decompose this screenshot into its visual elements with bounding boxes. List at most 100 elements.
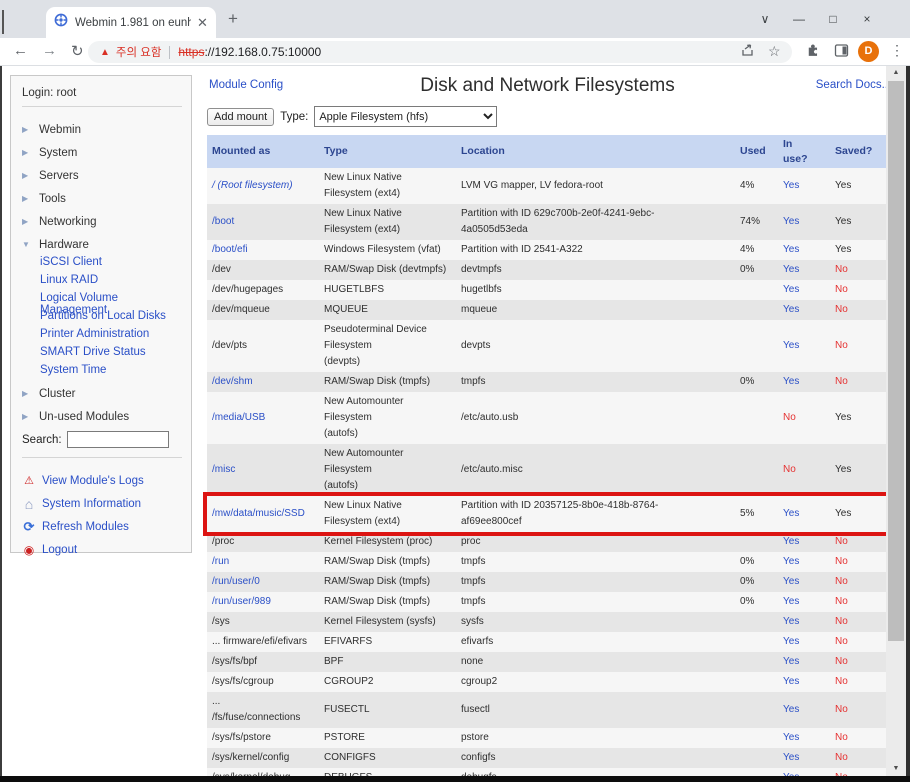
used-cell: 74% bbox=[735, 204, 778, 240]
in-use-value[interactable]: Yes bbox=[783, 508, 799, 519]
add-mount-button[interactable]: Add mount bbox=[207, 108, 274, 126]
sidebar-item-cluster[interactable]: ▶Cluster bbox=[22, 382, 182, 405]
tab-close-icon[interactable]: ✕ bbox=[197, 15, 208, 31]
sidebar-subitem-linux-raid[interactable]: Linux RAID bbox=[40, 274, 182, 292]
in-use-value[interactable]: Yes bbox=[783, 284, 799, 295]
share-icon[interactable] bbox=[740, 43, 755, 63]
mount-link[interactable]: /boot bbox=[212, 216, 234, 227]
in-use-value[interactable]: Yes bbox=[783, 376, 799, 387]
in-use-value[interactable]: Yes bbox=[783, 244, 799, 255]
mount-label: /sys bbox=[212, 616, 230, 627]
table-row: /boot/efiWindows Filesystem (vfat)Partit… bbox=[207, 240, 886, 260]
back-button[interactable]: ← bbox=[13, 42, 28, 59]
maximize-button[interactable]: □ bbox=[816, 12, 850, 26]
in-use-value[interactable]: Yes bbox=[783, 704, 799, 715]
sidebar-item-label: Hardware bbox=[39, 239, 89, 251]
sidebar-subitem-iscsi-client[interactable]: iSCSI Client bbox=[40, 256, 182, 274]
in-use-cell: Yes bbox=[778, 632, 830, 652]
in-use-value[interactable]: Yes bbox=[783, 340, 799, 351]
in-use-cell: Yes bbox=[778, 168, 830, 204]
table-row: /runRAM/Swap Disk (tmpfs)tmpfs0%YesNo bbox=[207, 552, 886, 572]
sidebar-item-system[interactable]: ▶System bbox=[22, 141, 182, 164]
scrollbar-thumb[interactable] bbox=[888, 81, 904, 641]
column-header-used: Used bbox=[735, 135, 778, 168]
in-use-value[interactable]: Yes bbox=[783, 556, 799, 567]
in-use-value[interactable]: Yes bbox=[783, 616, 799, 627]
browser-tab[interactable]: Webmin 1.981 on eunhasu (Fed ✕ bbox=[46, 7, 216, 38]
mount-link[interactable]: /run/user/0 bbox=[212, 576, 260, 587]
search-input[interactable] bbox=[67, 431, 169, 448]
sidebar-divider-2 bbox=[22, 457, 182, 458]
extensions-puzzle-icon[interactable] bbox=[806, 43, 821, 63]
in-use-value[interactable]: Yes bbox=[783, 536, 799, 547]
saved-cell: No bbox=[830, 320, 886, 372]
type-cell: Pseudoterminal Device Filesystem (devpts… bbox=[319, 320, 456, 372]
sidebar-item-tools[interactable]: ▶Tools bbox=[22, 187, 182, 210]
in-use-value[interactable]: Yes bbox=[783, 264, 799, 275]
in-use-value[interactable]: Yes bbox=[783, 216, 799, 227]
sidebar-item-networking[interactable]: ▶Networking bbox=[22, 210, 182, 233]
sidebar-subitem-printer-administration[interactable]: Printer Administration bbox=[40, 328, 182, 346]
sidebar-item-servers[interactable]: ▶Servers bbox=[22, 164, 182, 187]
close-window-button[interactable]: × bbox=[850, 12, 884, 26]
mount-label: /proc bbox=[212, 536, 234, 547]
mount-link[interactable]: /media/USB bbox=[212, 412, 265, 423]
sidebar-item-hardware[interactable]: ▼ Hardware bbox=[22, 233, 182, 256]
used-cell bbox=[735, 392, 778, 444]
bookmark-star-icon[interactable]: ☆ bbox=[768, 43, 781, 60]
page-scrollbar[interactable]: ▲ ▼ bbox=[886, 66, 906, 776]
in-use-value[interactable]: Yes bbox=[783, 732, 799, 743]
column-header-saved: Saved? bbox=[830, 135, 886, 168]
sidebar-link-label[interactable]: Refresh Modules bbox=[42, 521, 129, 533]
saved-cell: Yes bbox=[830, 444, 886, 496]
mount-link[interactable]: /misc bbox=[212, 464, 235, 475]
sidebar-link-label[interactable]: View Module's Logs bbox=[42, 475, 144, 487]
forward-button[interactable]: → bbox=[42, 42, 57, 59]
mount-link[interactable]: / (Root filesystem) bbox=[212, 180, 293, 191]
profile-avatar[interactable]: D bbox=[858, 41, 879, 62]
in-use-value[interactable]: Yes bbox=[783, 596, 799, 607]
in-use-value[interactable]: Yes bbox=[783, 676, 799, 687]
filesystem-type-select[interactable]: Apple Filesystem (hfs) bbox=[314, 106, 497, 127]
tab-search-chevron-icon[interactable]: ∨ bbox=[748, 12, 782, 26]
module-config-link[interactable]: Module Config bbox=[209, 79, 283, 91]
saved-value: No bbox=[835, 556, 848, 567]
in-use-value[interactable]: Yes bbox=[783, 576, 799, 587]
mount-link[interactable]: /run/user/989 bbox=[212, 596, 271, 607]
sidebar-subitem-system-time[interactable]: System Time bbox=[40, 364, 182, 382]
reload-button[interactable]: ↻ bbox=[71, 42, 84, 60]
address-bar[interactable]: ▲ 주의 요함 https ://192.168.0.75:10000 bbox=[88, 41, 792, 63]
sidebar-subitem-partitions-on-local-disks[interactable]: Partitions on Local Disks bbox=[40, 310, 182, 328]
chevron-expanded-icon: ▼ bbox=[22, 240, 32, 249]
sidebar-link-label[interactable]: Logout bbox=[42, 544, 77, 556]
url-scheme: https bbox=[178, 45, 204, 59]
side-panel-icon[interactable] bbox=[834, 43, 849, 63]
mount-link[interactable]: /run bbox=[212, 556, 229, 567]
scroll-up-icon[interactable]: ▲ bbox=[886, 66, 906, 80]
mount-link[interactable]: /boot/efi bbox=[212, 244, 248, 255]
in-use-value[interactable]: Yes bbox=[783, 656, 799, 667]
sidebar-subitem-logical-volume-management[interactable]: Logical Volume Management bbox=[40, 292, 182, 310]
in-use-value[interactable]: Yes bbox=[783, 180, 799, 191]
mount-link[interactable]: /mw/data/music/SSD bbox=[212, 508, 305, 519]
search-docs-link[interactable]: Search Docs.. bbox=[816, 79, 888, 91]
search-label: Search: bbox=[22, 434, 62, 446]
sidebar-link-label[interactable]: System Information bbox=[42, 498, 141, 510]
in-use-value[interactable]: Yes bbox=[783, 636, 799, 647]
minimize-button[interactable]: — bbox=[782, 12, 816, 26]
mount-link[interactable]: /dev/shm bbox=[212, 376, 253, 387]
new-tab-button[interactable]: + bbox=[228, 9, 238, 29]
in-use-value[interactable]: Yes bbox=[783, 752, 799, 763]
mount-label: /dev bbox=[212, 264, 231, 275]
sidebar-subitem-smart-drive-status[interactable]: SMART Drive Status bbox=[40, 346, 182, 364]
browser-menu-icon[interactable]: ⋮ bbox=[890, 42, 904, 59]
sidebar-item-un-used-modules[interactable]: ▶Un-used Modules bbox=[22, 405, 182, 428]
scroll-down-icon[interactable]: ▼ bbox=[886, 762, 906, 776]
table-row: /run/user/0RAM/Swap Disk (tmpfs)tmpfs0%Y… bbox=[207, 572, 886, 592]
location-cell: tmpfs bbox=[456, 552, 735, 572]
sidebar-item-label: Networking bbox=[39, 216, 97, 228]
in-use-value[interactable]: Yes bbox=[783, 304, 799, 315]
used-cell bbox=[735, 692, 778, 728]
sidebar-item-webmin[interactable]: ▶Webmin bbox=[22, 118, 182, 141]
used-cell bbox=[735, 632, 778, 652]
